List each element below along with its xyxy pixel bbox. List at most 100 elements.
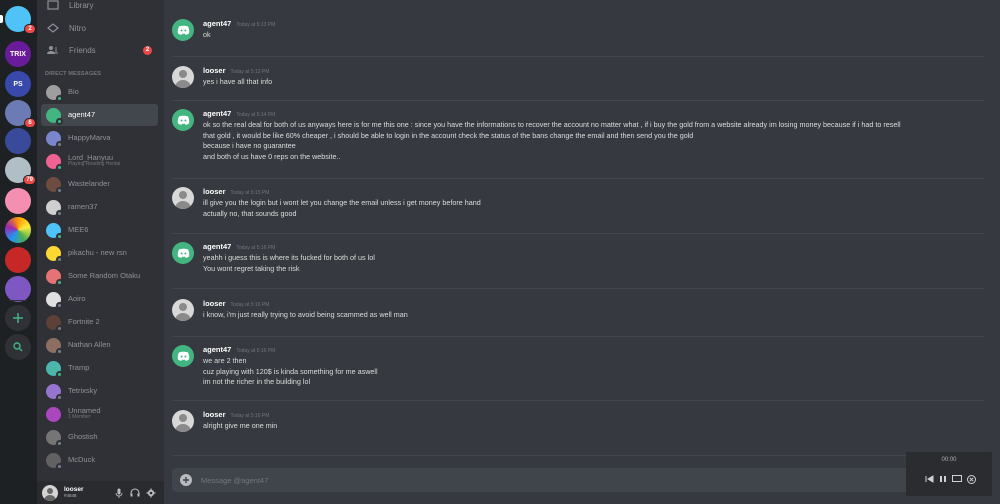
status-indicator bbox=[56, 393, 63, 401]
dm-item[interactable]: agent47 bbox=[41, 104, 158, 126]
avatar[interactable] bbox=[172, 410, 194, 432]
dm-item[interactable]: Wastelander bbox=[41, 173, 158, 195]
message-author[interactable]: looser bbox=[203, 187, 226, 196]
status-indicator bbox=[56, 324, 63, 332]
dm-names: Ghostish bbox=[68, 433, 98, 441]
discord-logo-icon bbox=[177, 115, 189, 125]
mute-button[interactable] bbox=[114, 488, 124, 498]
message-author[interactable]: agent47 bbox=[203, 345, 231, 354]
dm-item[interactable]: Ghostish bbox=[41, 426, 158, 448]
avatar[interactable] bbox=[172, 242, 194, 264]
dm-item[interactable]: HappyMarva bbox=[41, 127, 158, 149]
message-header: agent47 Today at 5:16 PM bbox=[203, 345, 992, 356]
message-text: alright give me one min bbox=[203, 421, 278, 430]
dm-item[interactable]: Unnamed 1 Member bbox=[41, 403, 158, 425]
nav-nitro-label: Nitro bbox=[69, 23, 86, 33]
screen-button[interactable] bbox=[952, 474, 962, 484]
server-icon-9[interactable] bbox=[5, 247, 31, 273]
dm-name: pikachu - new rsn bbox=[68, 248, 127, 258]
nav-nitro[interactable]: Nitro bbox=[41, 18, 160, 38]
avatar[interactable] bbox=[172, 187, 194, 209]
message-author[interactable]: looser bbox=[203, 410, 226, 419]
status-indicator bbox=[56, 439, 63, 447]
avatar[interactable] bbox=[172, 19, 194, 41]
prev-button[interactable] bbox=[924, 474, 934, 484]
status-indicator bbox=[56, 186, 63, 194]
server-icon-ps[interactable]: PS bbox=[5, 71, 31, 97]
status-indicator bbox=[56, 94, 63, 102]
dm-header: DIRECT MESSAGES bbox=[45, 71, 102, 77]
status-indicator bbox=[56, 347, 63, 355]
server-icon-4[interactable]: 6 bbox=[5, 100, 36, 128]
avatar bbox=[46, 429, 63, 447]
server-icon-5[interactable] bbox=[5, 128, 31, 154]
message-author[interactable]: looser bbox=[203, 66, 226, 75]
message-text: ok so the real deal for both of us anywa… bbox=[203, 120, 901, 129]
server-icon-8[interactable] bbox=[5, 217, 31, 243]
dm-item[interactable]: Nathan Allen bbox=[41, 334, 158, 356]
avatar bbox=[46, 245, 63, 263]
server-icon-1[interactable]: 2 bbox=[5, 6, 36, 34]
message-group: agent47 Today at 5:13 PM ok bbox=[172, 19, 992, 41]
search-icon bbox=[13, 342, 23, 352]
dm-item[interactable]: MEE6 bbox=[41, 219, 158, 241]
avatar bbox=[46, 383, 63, 401]
avatar[interactable] bbox=[172, 66, 194, 88]
dm-name: Some Random Otaku bbox=[68, 271, 141, 281]
dm-item[interactable]: Aoiro bbox=[41, 288, 158, 310]
message-input[interactable] bbox=[201, 475, 901, 485]
dm-item[interactable]: McDuck bbox=[41, 449, 158, 471]
message-author[interactable]: agent47 bbox=[203, 109, 231, 118]
dm-names: Nathan Allen bbox=[68, 341, 111, 349]
dm-item[interactable]: Bio bbox=[41, 81, 158, 103]
deafen-button[interactable] bbox=[130, 488, 140, 498]
avatar[interactable] bbox=[172, 109, 194, 131]
message-header: agent47 Today at 5:16 PM bbox=[203, 242, 992, 253]
message-text: im not the richer in the building lol bbox=[203, 377, 311, 387]
dm-item[interactable]: pikachu - new rsn bbox=[41, 242, 158, 264]
add-server-button[interactable] bbox=[5, 305, 31, 331]
dm-item[interactable]: ramen37 bbox=[41, 196, 158, 218]
message-author[interactable]: looser bbox=[203, 299, 226, 308]
server-icon-7[interactable] bbox=[5, 188, 31, 214]
message-text: actually no, that sounds good bbox=[203, 208, 297, 218]
dm-names: ramen37 bbox=[68, 203, 98, 211]
dm-item[interactable]: Tetrixsky bbox=[41, 380, 158, 402]
close-video-button[interactable] bbox=[966, 474, 976, 484]
server-discovery-button[interactable] bbox=[5, 334, 31, 360]
microphone-icon bbox=[115, 488, 123, 498]
nav-friends[interactable]: Friends 2 bbox=[41, 40, 160, 60]
message-divider bbox=[172, 233, 984, 234]
settings-button[interactable] bbox=[146, 488, 156, 498]
message-composer bbox=[172, 468, 984, 492]
message-divider bbox=[172, 400, 984, 401]
avatar[interactable] bbox=[172, 299, 194, 321]
dm-item[interactable]: Lord_Hanyuu Playing Reading Hentai bbox=[41, 150, 158, 172]
pause-icon bbox=[940, 476, 946, 482]
dm-item[interactable]: Some Random Otaku bbox=[41, 265, 158, 287]
dm-item[interactable]: Tramp bbox=[41, 357, 158, 379]
avatar bbox=[46, 360, 63, 378]
message-body: agent47 Today at 5:14 PM ok so the real de… bbox=[203, 109, 992, 162]
message-body: looser Today at 5:15 PM ill give you the l… bbox=[203, 187, 992, 219]
avatar bbox=[46, 268, 63, 286]
avatar[interactable] bbox=[172, 345, 194, 367]
status-indicator bbox=[56, 301, 63, 309]
dm-item[interactable]: Fortnite 2 bbox=[41, 311, 158, 333]
nitro-icon bbox=[46, 21, 60, 35]
message-header: agent47 Today at 5:13 PM bbox=[203, 19, 992, 30]
server-icon-10[interactable] bbox=[5, 276, 31, 302]
server-icon-6[interactable]: 79 bbox=[5, 157, 36, 185]
message-text: cuz playing with 120$ is kinda something… bbox=[203, 366, 378, 376]
message-author[interactable]: agent47 bbox=[203, 242, 231, 251]
message-body: agent47 Today at 5:16 PM we are 2 then cuz … bbox=[203, 345, 992, 388]
message-timestamp: Today at 5:14 PM bbox=[236, 112, 276, 118]
server-icon-trix[interactable]: TRIX bbox=[5, 41, 31, 67]
avatar bbox=[46, 291, 63, 309]
message-author[interactable]: agent47 bbox=[203, 19, 231, 28]
avatar[interactable] bbox=[42, 484, 58, 501]
upload-button[interactable] bbox=[180, 474, 192, 486]
pause-button[interactable] bbox=[938, 474, 948, 484]
nav-library[interactable]: Library bbox=[41, 0, 160, 15]
discord-logo-icon bbox=[177, 351, 189, 361]
